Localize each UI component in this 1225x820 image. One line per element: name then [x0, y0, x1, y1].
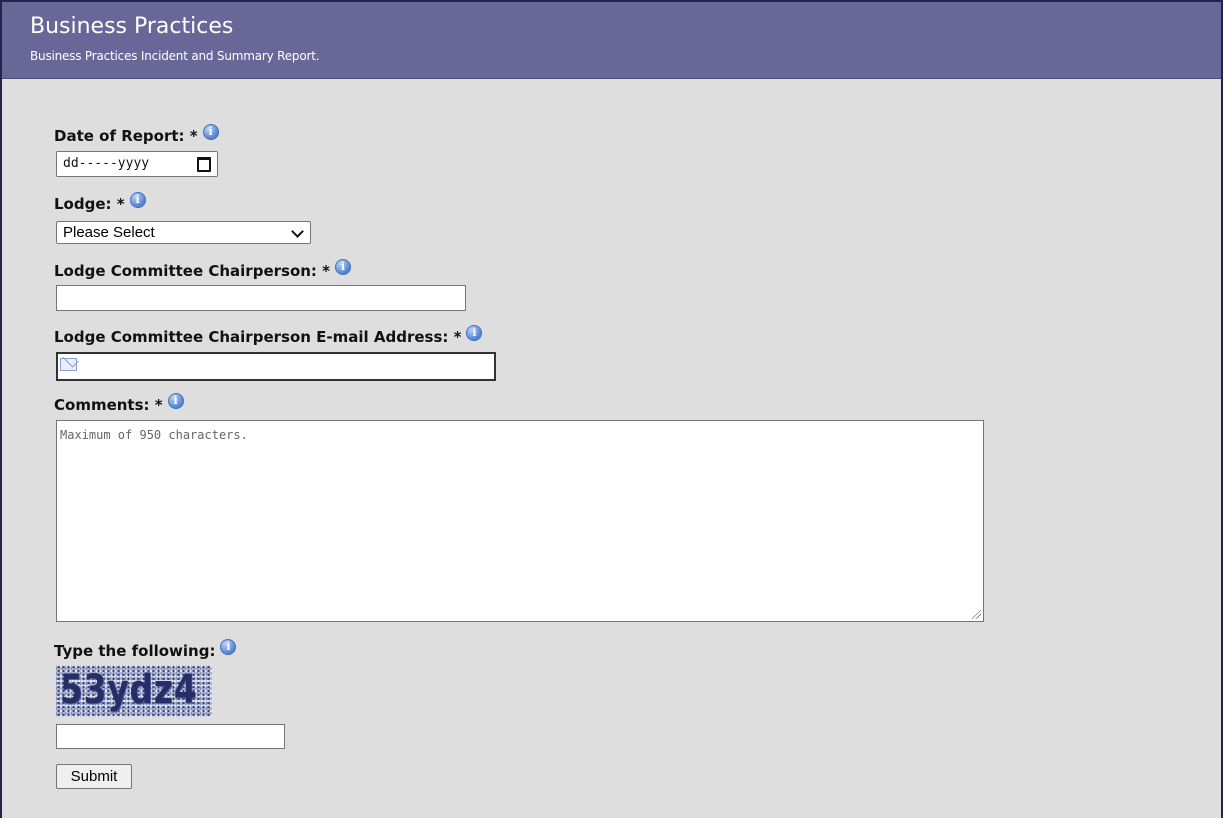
- captcha-text: 53ydz4: [60, 667, 198, 713]
- date-placeholder: dd-----yyyy: [63, 156, 150, 171]
- lodge-label-row: Lodge: * i: [54, 192, 146, 213]
- comments-label-row: Comments: * i: [54, 393, 184, 414]
- lodge-label: Lodge: *: [54, 195, 125, 213]
- page-title: Business Practices: [30, 14, 234, 39]
- calendar-icon[interactable]: [197, 157, 211, 172]
- info-icon[interactable]: i: [167, 393, 184, 409]
- chair-label-row: Lodge Committee Chairperson: * i: [54, 259, 351, 280]
- date-label: Date of Report: *: [54, 127, 198, 145]
- resize-handle[interactable]: [972, 610, 981, 619]
- submit-button[interactable]: Submit: [56, 764, 132, 789]
- envelope-icon: [60, 358, 77, 371]
- lodge-select[interactable]: Please Select: [56, 221, 311, 244]
- page-subtitle: Business Practices Incident and Summary …: [30, 49, 320, 63]
- captcha-image: 53ydz4: [56, 665, 212, 717]
- comments-placeholder: Maximum of 950 characters.: [60, 428, 248, 442]
- date-of-report-input[interactable]: dd-----yyyy: [56, 151, 218, 177]
- info-icon[interactable]: i: [129, 192, 146, 208]
- date-label-row: Date of Report: * i: [54, 124, 219, 145]
- captcha-input[interactable]: [56, 724, 285, 749]
- info-icon[interactable]: i: [220, 639, 237, 655]
- email-label: Lodge Committee Chairperson E-mail Addre…: [54, 328, 462, 346]
- comments-label: Comments: *: [54, 396, 163, 414]
- captcha-label: Type the following:: [54, 642, 216, 660]
- info-icon[interactable]: i: [335, 259, 351, 275]
- chairperson-input[interactable]: [56, 285, 466, 311]
- lodge-selected-value: Please Select: [63, 224, 155, 241]
- comments-textarea[interactable]: Maximum of 950 characters.: [56, 420, 984, 622]
- chevron-down-icon: [291, 225, 304, 238]
- captcha-label-row: Type the following: i: [54, 639, 237, 660]
- email-input[interactable]: [56, 352, 496, 381]
- page-header: Business Practices Business Practices In…: [2, 2, 1221, 79]
- page-frame: Business Practices Business Practices In…: [0, 0, 1223, 818]
- info-icon[interactable]: i: [466, 325, 483, 341]
- email-label-row: Lodge Committee Chairperson E-mail Addre…: [54, 325, 483, 346]
- info-icon[interactable]: i: [202, 124, 219, 140]
- chair-label: Lodge Committee Chairperson: *: [54, 262, 330, 280]
